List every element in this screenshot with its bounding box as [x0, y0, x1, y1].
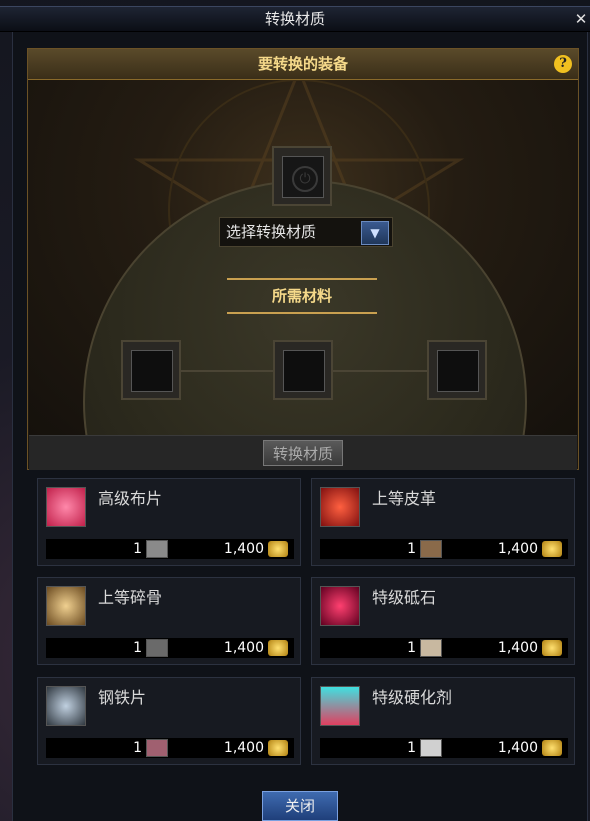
title-bar[interactable]: 转换材质 ✕	[0, 6, 590, 32]
material-price: 1,400	[223, 640, 264, 656]
material-quantity: 1	[133, 541, 142, 557]
material-small-icon	[420, 639, 442, 657]
material-small-icon	[146, 739, 168, 757]
fabric-icon	[46, 487, 86, 527]
material-card[interactable]: 上等皮革 1 1,400	[311, 478, 575, 566]
material-cost-row: 1 1,400	[46, 738, 294, 758]
equipment-slot-inner: ⏻	[282, 156, 324, 198]
material-slot-1[interactable]	[121, 340, 181, 400]
material-card[interactable]: 高级布片 1 1,400	[37, 478, 301, 566]
material-small-icon	[146, 639, 168, 657]
panel-title: 要转换的装备	[257, 55, 348, 73]
material-price: 1,400	[223, 541, 264, 557]
convert-button[interactable]: 转换材质	[263, 440, 343, 466]
material-small-icon	[146, 540, 168, 558]
material-cost-row: 1 1,400	[46, 539, 294, 559]
slot-inner	[283, 350, 325, 392]
gold-coin-icon	[542, 740, 562, 756]
gold-coin-icon	[268, 640, 288, 656]
material-price: 1,400	[497, 740, 538, 756]
material-type-select[interactable]: 选择转换材质 ▼	[219, 217, 393, 247]
material-quantity: 1	[407, 541, 416, 557]
material-name: 特级砥石	[372, 588, 437, 607]
leather-icon	[320, 487, 360, 527]
slot-inner	[437, 350, 479, 392]
gold-coin-icon	[268, 541, 288, 557]
material-name: 上等皮革	[372, 489, 437, 508]
material-name: 上等碎骨	[98, 588, 163, 607]
window-title: 转换材质	[264, 10, 325, 28]
material-card[interactable]: 上等碎骨 1 1,400	[37, 577, 301, 665]
hardener-icon	[320, 686, 360, 726]
material-card[interactable]: 特级硬化剂 1 1,400	[311, 677, 575, 765]
panel-header: 要转换的装备 ?	[28, 49, 578, 80]
material-slot-3[interactable]	[427, 340, 487, 400]
material-quantity: 1	[133, 740, 142, 756]
material-quantity: 1	[133, 640, 142, 656]
select-label: 选择转换材质	[226, 223, 317, 241]
equipment-slot[interactable]: ⏻	[272, 146, 332, 206]
bone-icon	[46, 586, 86, 626]
slot-inner	[131, 350, 173, 392]
material-cost-row: 1 1,400	[320, 539, 568, 559]
equipment-panel: 要转换的装备 ? ⏻ 选择转换材质 ▼ 所需材料 转换材质	[27, 48, 579, 470]
material-price: 1,400	[497, 541, 538, 557]
help-icon[interactable]: ?	[554, 55, 572, 73]
material-name: 钢铁片	[98, 688, 147, 707]
material-slot-2[interactable]	[273, 340, 333, 400]
window-body: 要转换的装备 ? ⏻ 选择转换材质 ▼ 所需材料 转换材质 高级布片 1 1,4…	[12, 32, 588, 821]
gold-coin-icon	[542, 541, 562, 557]
material-small-icon	[420, 540, 442, 558]
steel-icon	[46, 686, 86, 726]
convert-material-window: 转换材质 ✕ 要转换的装备 ? ⏻ 选择转换材质 ▼ 所需材料 转换材质 高级布…	[0, 0, 590, 821]
material-cost-row: 1 1,400	[320, 738, 568, 758]
material-card[interactable]: 钢铁片 1 1,400	[37, 677, 301, 765]
conversion-arena: ⏻ 选择转换材质 ▼ 所需材料	[29, 80, 577, 435]
material-cost-row: 1 1,400	[320, 638, 568, 658]
material-name: 特级硬化剂	[372, 688, 453, 707]
material-name: 高级布片	[98, 489, 163, 508]
power-icon: ⏻	[292, 166, 318, 192]
material-quantity: 1	[407, 640, 416, 656]
gold-coin-icon	[542, 640, 562, 656]
required-materials-label: 所需材料	[227, 278, 377, 314]
material-price: 1,400	[223, 740, 264, 756]
material-small-icon	[420, 739, 442, 757]
whetstone-icon	[320, 586, 360, 626]
close-icon[interactable]: ✕	[574, 11, 588, 27]
material-cost-row: 1 1,400	[46, 638, 294, 658]
material-quantity: 1	[407, 740, 416, 756]
chevron-down-icon[interactable]: ▼	[361, 221, 389, 245]
material-card[interactable]: 特级砥石 1 1,400	[311, 577, 575, 665]
convert-bar: 转换材质	[29, 435, 577, 470]
material-price: 1,400	[497, 640, 538, 656]
close-button[interactable]: 关闭	[262, 791, 338, 821]
gold-coin-icon	[268, 740, 288, 756]
